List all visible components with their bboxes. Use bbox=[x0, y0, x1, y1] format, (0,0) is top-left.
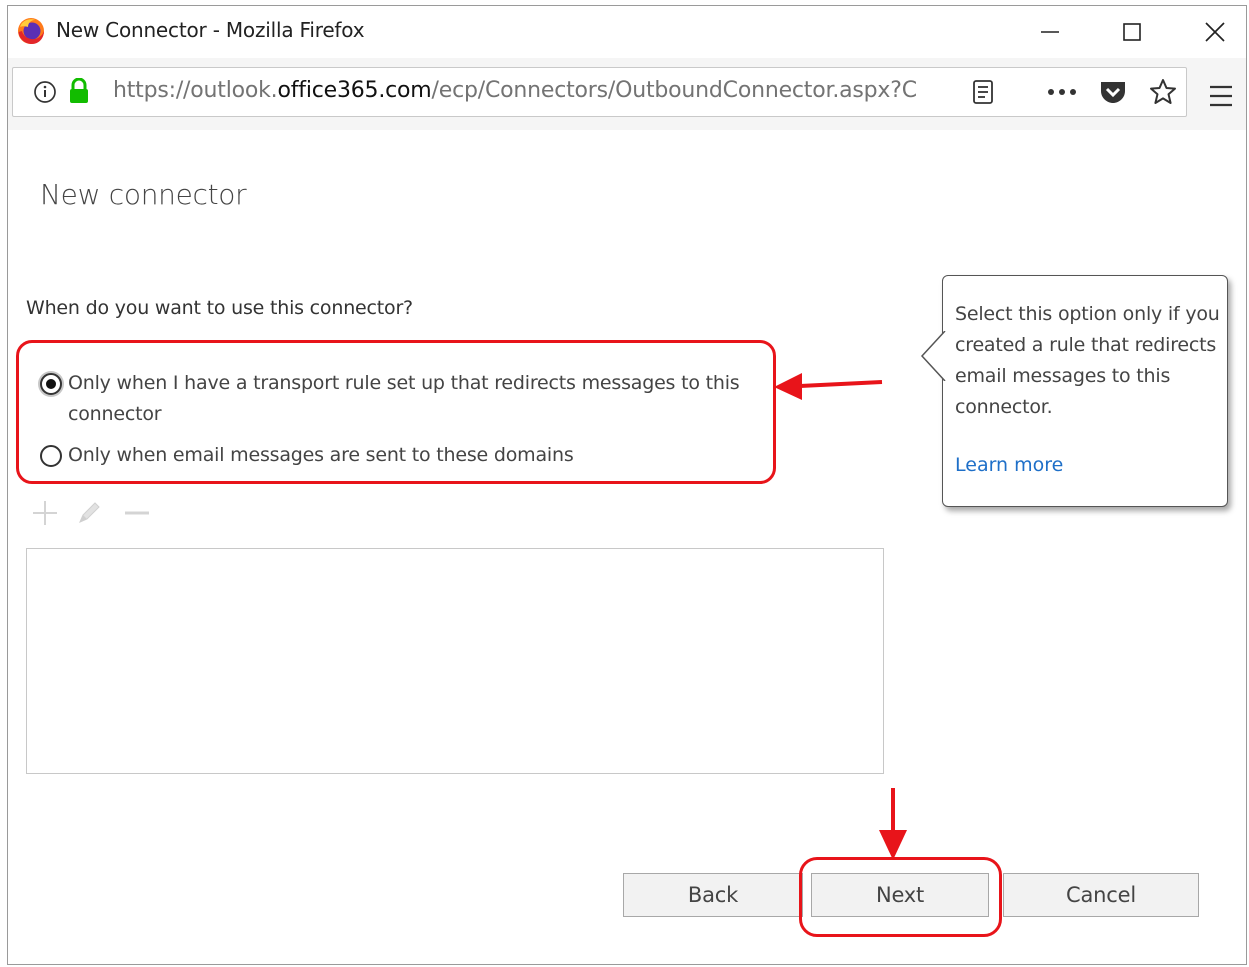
window-title: New Connector - Mozilla Firefox bbox=[56, 18, 365, 42]
remove-icon[interactable] bbox=[122, 498, 152, 528]
menu-icon[interactable] bbox=[1209, 85, 1233, 107]
annotation-highlight-options bbox=[16, 340, 776, 484]
browser-window: New Connector - Mozilla Firefox https://… bbox=[7, 5, 1247, 965]
add-icon[interactable] bbox=[30, 498, 60, 528]
cancel-button[interactable]: Cancel bbox=[1003, 873, 1199, 917]
maximize-button[interactable] bbox=[1100, 10, 1164, 54]
pocket-icon[interactable] bbox=[1099, 79, 1127, 105]
help-callout: Select this option only if you created a… bbox=[920, 275, 1228, 507]
reader-view-icon[interactable] bbox=[971, 79, 995, 105]
annotation-highlight-next bbox=[799, 857, 1002, 937]
domain-list[interactable] bbox=[26, 548, 884, 774]
url-path: /ecp/Connectors/OutboundConnector.aspx?C bbox=[431, 78, 918, 103]
more-icon[interactable] bbox=[1047, 88, 1077, 96]
minimize-button[interactable] bbox=[1018, 10, 1082, 54]
minimize-icon bbox=[1041, 31, 1059, 33]
page-title: New connector bbox=[40, 178, 247, 211]
callout-text: Select this option only if you created a… bbox=[955, 303, 1220, 418]
info-icon[interactable] bbox=[33, 80, 57, 104]
url-text[interactable]: https://outlook.office365.com/ecp/Connec… bbox=[113, 78, 953, 103]
learn-more-link[interactable]: Learn more bbox=[955, 454, 1063, 476]
close-icon bbox=[1205, 22, 1225, 42]
connector-question: When do you want to use this connector? bbox=[26, 297, 413, 319]
back-button[interactable]: Back bbox=[623, 873, 803, 917]
firefox-logo-icon bbox=[18, 18, 44, 44]
bookmark-star-icon[interactable] bbox=[1149, 78, 1177, 106]
title-bar: New Connector - Mozilla Firefox bbox=[8, 6, 1246, 58]
close-button[interactable] bbox=[1183, 10, 1247, 54]
lock-icon[interactable] bbox=[67, 78, 91, 104]
url-host: office365.com bbox=[277, 78, 432, 103]
address-bar[interactable]: https://outlook.office365.com/ecp/Connec… bbox=[12, 67, 1187, 117]
navigation-toolbar: https://outlook.office365.com/ecp/Connec… bbox=[8, 58, 1246, 130]
maximize-icon bbox=[1123, 23, 1141, 41]
callout-tail bbox=[920, 331, 946, 381]
url-prefix: https://outlook. bbox=[113, 78, 278, 103]
edit-icon[interactable] bbox=[74, 498, 104, 528]
